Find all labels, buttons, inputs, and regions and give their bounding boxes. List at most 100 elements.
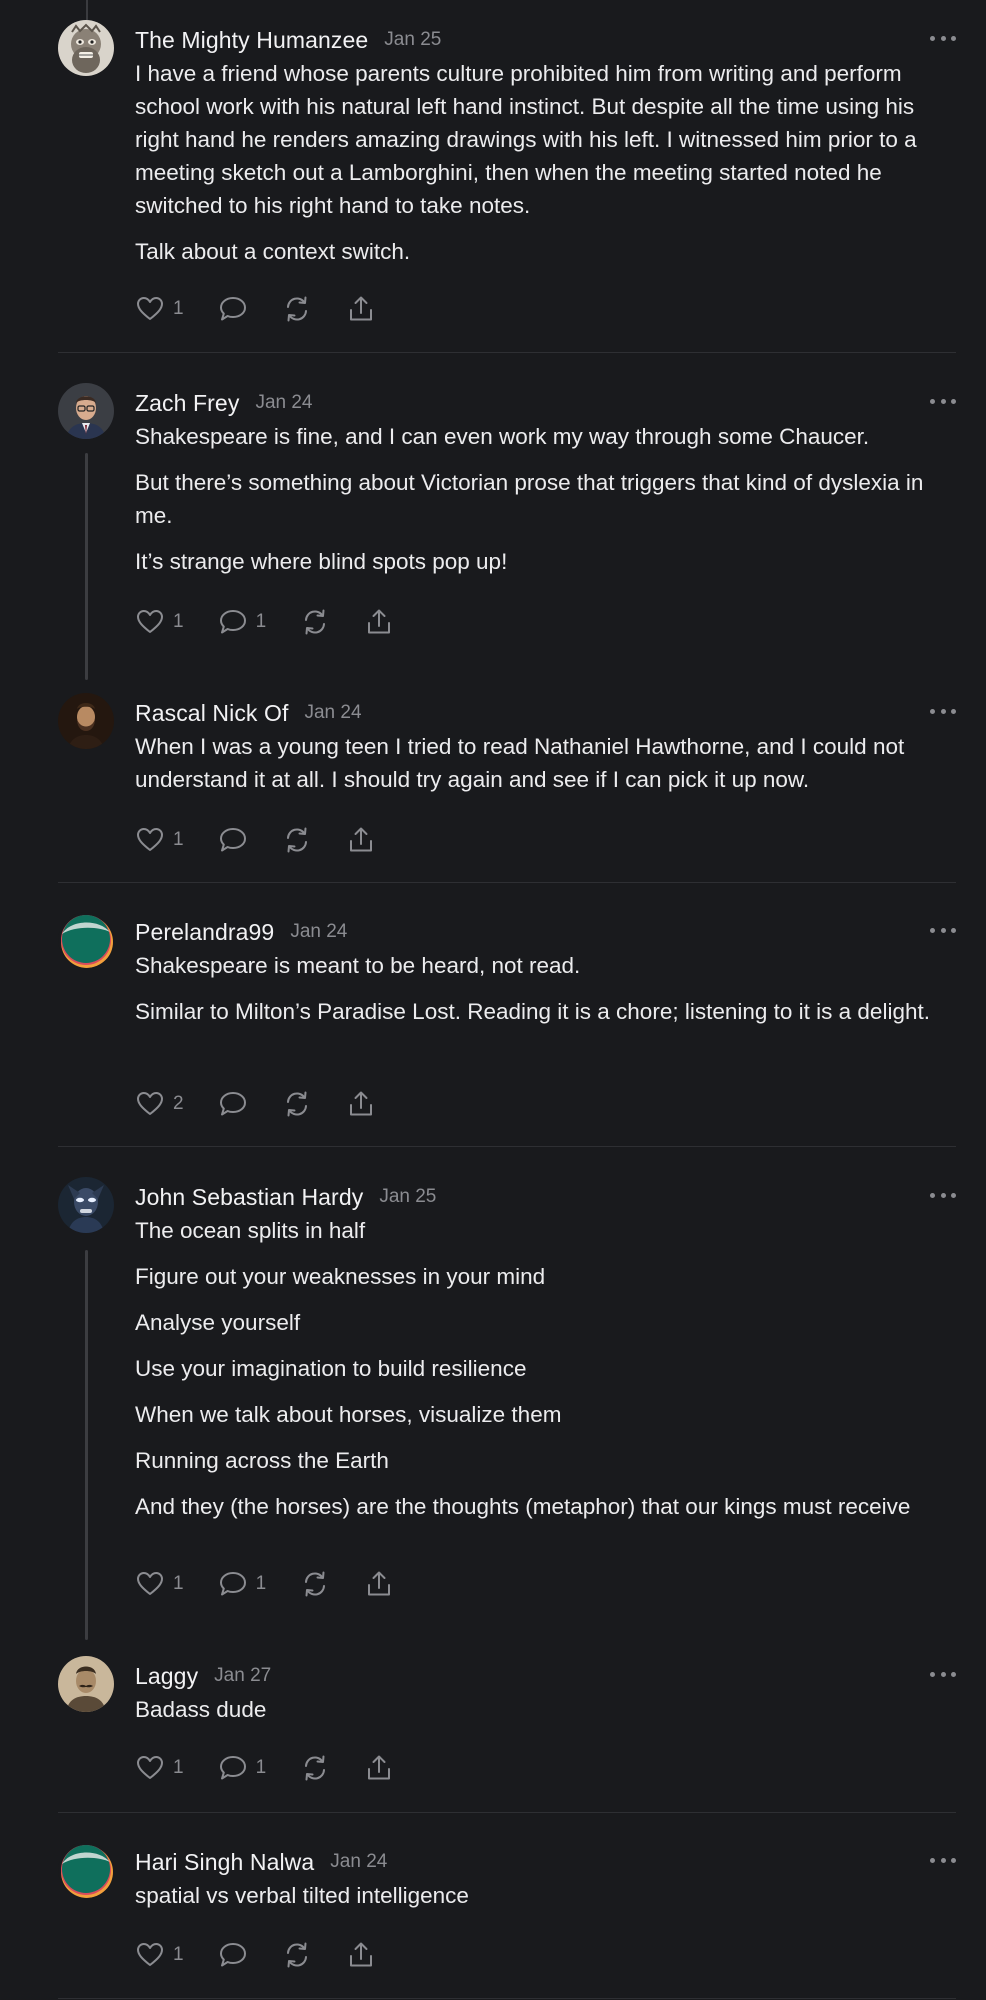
author-name[interactable]: Hari Singh Nalwa [135, 1849, 314, 1876]
avatar[interactable] [58, 912, 114, 968]
restack-button[interactable] [300, 1753, 330, 1783]
like-button[interactable]: 1 [135, 607, 184, 637]
avatar[interactable] [58, 20, 114, 76]
author-name[interactable]: Laggy [135, 1663, 198, 1690]
comment-paragraph: Talk about a context switch. [135, 239, 411, 264]
like-count: 1 [173, 1757, 184, 1778]
comment-actions: 11 [135, 1567, 428, 1601]
reply-button[interactable]: 1 [218, 1569, 267, 1599]
more-dots-icon[interactable] [930, 393, 956, 409]
avatar[interactable] [58, 1177, 114, 1233]
speech-bubble-icon [218, 825, 248, 855]
share-icon [346, 1089, 376, 1119]
reply-button[interactable]: 1 [218, 607, 266, 637]
share-button[interactable] [346, 1940, 376, 1970]
share-button[interactable] [346, 1089, 376, 1119]
comment-date[interactable]: Jan 25 [384, 29, 441, 51]
comment-paragraph: When we talk about horses, visualize the… [135, 1402, 562, 1427]
comment-body: Rascal Nick Of Jan 24 When I was a young t… [135, 693, 956, 853]
comment-actions: 1 [135, 823, 410, 857]
reply-button[interactable] [218, 1089, 248, 1119]
avatar[interactable] [58, 1842, 114, 1898]
author-name[interactable]: John Sebastian Hardy [135, 1184, 363, 1211]
comment-actions: 11 [135, 1751, 428, 1785]
comment-date[interactable]: Jan 24 [255, 392, 312, 414]
comment-body: Zach Frey Jan 24 Shakespeare is fine, and … [135, 383, 956, 635]
more-dots-icon[interactable] [930, 922, 956, 938]
more-dots-icon[interactable] [930, 1187, 956, 1203]
author-name[interactable]: The Mighty Humanzee [135, 27, 368, 54]
comment-date[interactable]: Jan 24 [290, 921, 347, 943]
avatar[interactable] [58, 383, 114, 439]
speech-bubble-icon [218, 607, 248, 637]
comment-body: Perelandra99 Jan 24 Shakespeare is meant t… [135, 912, 956, 1117]
comment-header: The Mighty Humanzee Jan 25 [135, 23, 956, 57]
like-button[interactable]: 1 [135, 1753, 184, 1783]
comment-header: John Sebastian Hardy Jan 25 [135, 1180, 956, 1214]
more-dots-icon[interactable] [930, 1666, 956, 1682]
comment-date[interactable]: Jan 25 [379, 1186, 436, 1208]
like-count: 1 [173, 611, 184, 632]
reply-count: 1 [255, 1573, 267, 1594]
comment-paragraph: But there’s something about Victorian pr… [135, 470, 924, 528]
comment-actions: 2 [135, 1087, 410, 1121]
restack-button[interactable] [300, 1569, 330, 1599]
reply-button[interactable] [218, 1940, 248, 1970]
like-button[interactable]: 1 [135, 825, 184, 855]
like-button[interactable]: 1 [135, 1940, 184, 1970]
comment-header: Rascal Nick Of Jan 24 [135, 696, 956, 730]
thread-line [85, 1250, 88, 1640]
share-button[interactable] [346, 294, 376, 324]
share-button[interactable] [346, 825, 376, 855]
reply-button[interactable]: 1 [218, 1753, 267, 1783]
comment-paragraph: When I was a young teen I tried to read … [135, 734, 905, 792]
comment-header: Laggy Jan 27 [135, 1659, 956, 1693]
avatar[interactable] [58, 1656, 114, 1712]
share-button[interactable] [364, 1569, 394, 1599]
comment-paragraph: spatial vs verbal tilted intelligence [135, 1883, 469, 1908]
speech-bubble-icon [218, 1569, 248, 1599]
comment-paragraph: Use your imagination to build resilience [135, 1356, 527, 1381]
heart-icon [135, 1569, 165, 1599]
comment-paragraph: Similar to Milton’s Paradise Lost. Readi… [135, 999, 930, 1024]
share-icon [346, 1940, 376, 1970]
comment-feed: The Mighty Humanzee Jan 25 I have a friend… [0, 0, 986, 2000]
share-button[interactable] [364, 1753, 394, 1783]
share-button[interactable] [364, 607, 394, 637]
reply-button[interactable] [218, 825, 248, 855]
restack-button[interactable] [282, 1089, 312, 1119]
more-dots-icon[interactable] [930, 1852, 956, 1868]
author-name[interactable]: Rascal Nick Of [135, 700, 288, 727]
restack-button[interactable] [282, 294, 312, 324]
share-icon [364, 1569, 394, 1599]
comment-actions: 1 [135, 1938, 410, 1972]
reply-button[interactable] [218, 294, 248, 324]
speech-bubble-icon [218, 1753, 248, 1783]
comment-paragraph: Figure out your weaknesses in your mind [135, 1264, 546, 1289]
heart-icon [135, 1089, 165, 1119]
comment-date[interactable]: Jan 27 [214, 1665, 271, 1687]
restack-button[interactable] [282, 825, 312, 855]
comment-date[interactable]: Jan 24 [304, 702, 361, 724]
comment-body: Hari Singh Nalwa Jan 24 spatial vs verbal … [135, 1842, 956, 1968]
restack-icon [282, 294, 312, 324]
like-count: 1 [173, 1573, 184, 1594]
restack-button[interactable] [282, 1940, 312, 1970]
comment-body: The Mighty Humanzee Jan 25 I have a friend… [135, 20, 956, 322]
comment-paragraph: Running across the Earth [135, 1448, 389, 1473]
reply-count: 1 [255, 1757, 267, 1778]
author-name[interactable]: Zach Frey [135, 390, 239, 417]
like-button[interactable]: 1 [135, 1569, 184, 1599]
heart-icon [135, 294, 165, 324]
restack-icon [282, 1940, 312, 1970]
restack-icon [282, 825, 312, 855]
like-button[interactable]: 1 [135, 294, 184, 324]
author-name[interactable]: Perelandra99 [135, 919, 274, 946]
more-dots-icon[interactable] [930, 30, 956, 46]
restack-button[interactable] [300, 607, 330, 637]
comment-date[interactable]: Jan 24 [330, 1851, 387, 1873]
comment-paragraph: I have a friend whose parents culture pr… [135, 61, 917, 218]
avatar[interactable] [58, 693, 114, 749]
like-button[interactable]: 2 [135, 1089, 184, 1119]
more-dots-icon[interactable] [930, 703, 956, 719]
